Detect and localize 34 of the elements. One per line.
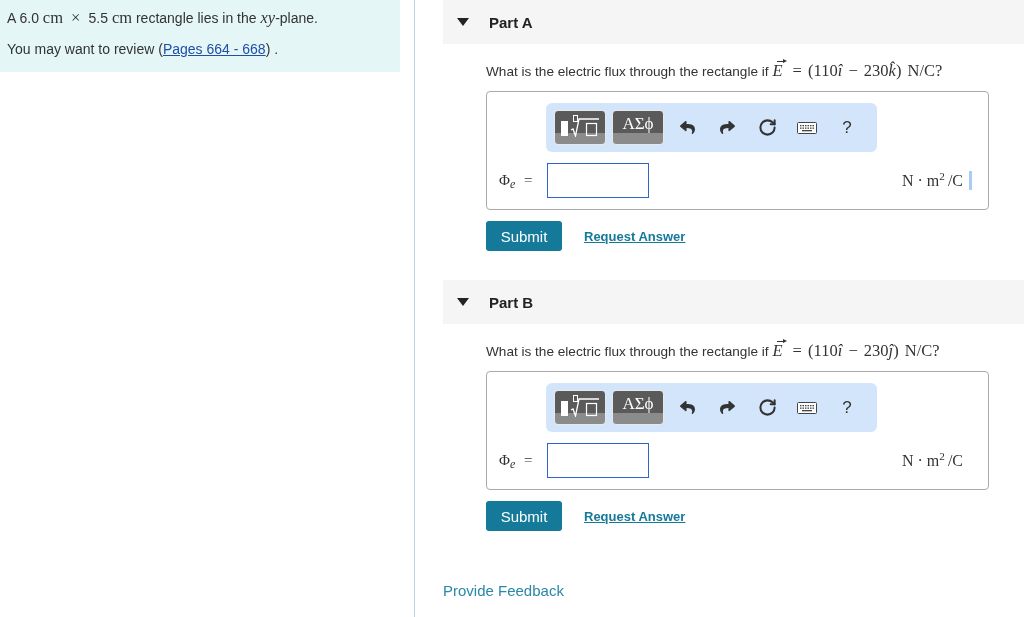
radical-template-icon	[560, 395, 600, 417]
templates-button[interactable]	[554, 110, 606, 145]
submit-button[interactable]: Submit	[486, 501, 562, 531]
symbols-button[interactable]: ΑΣϕ	[612, 390, 664, 425]
answer-field[interactable]	[547, 163, 649, 198]
part-header[interactable]: Part A	[443, 0, 1024, 44]
problem-statement: A 6.0 cm × 5.5 cm rectangle lies in the xy-plane.	[7, 9, 319, 27]
help-button[interactable]: ?	[842, 397, 852, 418]
part-header[interactable]: Part B	[443, 280, 1024, 324]
question-text: What is the electric flux through the rectangle if E = (110î − 230ĵ) N/C?	[486, 341, 941, 362]
reset-icon[interactable]	[757, 398, 777, 417]
request-answer-link[interactable]: Request Answer	[584, 228, 686, 244]
review-text: You may want to review (Pages 664 - 668) .	[7, 40, 280, 58]
answer-label: Φ$_{e}$ =	[499, 172, 534, 189]
question-text: What is the electric flux through the rectangle if E = (110î − 230k̂) N/C?	[486, 61, 944, 82]
undo-icon[interactable]	[679, 120, 695, 135]
symbols-button[interactable]: ΑΣϕ	[612, 110, 664, 145]
submit-button[interactable]: Submit	[486, 221, 562, 251]
keyboard-icon[interactable]	[797, 121, 817, 134]
radical-template-icon	[560, 115, 600, 137]
templates-button[interactable]	[554, 390, 606, 425]
redo-icon[interactable]	[719, 400, 735, 415]
keyboard-icon[interactable]	[797, 401, 817, 414]
undo-icon[interactable]	[679, 400, 695, 415]
request-answer-link[interactable]: Request Answer	[584, 508, 686, 524]
answer-label: Φ$_{e}$ =	[499, 452, 534, 469]
units-text: N · m$^{2}$/C	[901, 451, 963, 470]
feedback-link[interactable]: Provide Feedback	[443, 582, 564, 599]
units-text: N · m$^{2}$/C	[901, 171, 963, 190]
reset-icon[interactable]	[757, 118, 777, 137]
redo-icon[interactable]	[719, 120, 735, 135]
answer-field[interactable]	[547, 443, 649, 478]
help-button[interactable]: ?	[842, 117, 852, 138]
pages-link[interactable]: Pages 664 - 668	[162, 41, 266, 57]
